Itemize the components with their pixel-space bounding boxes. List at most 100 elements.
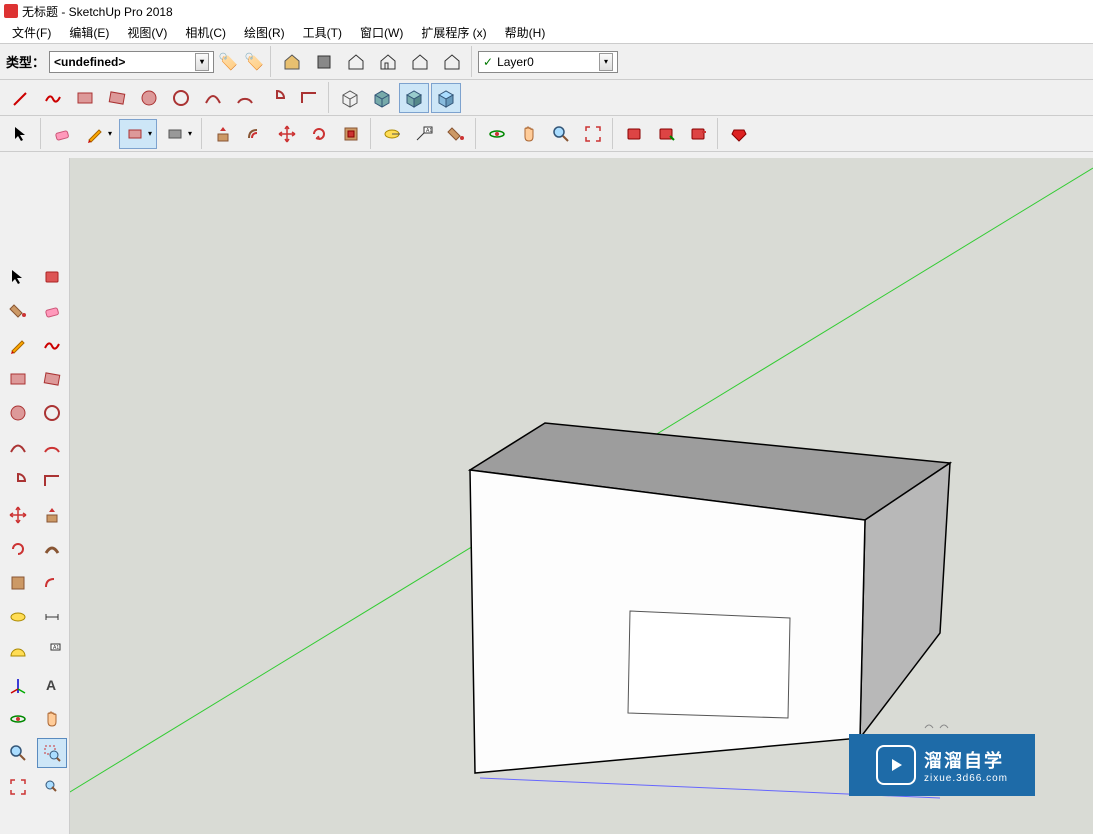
house-left-icon — [441, 51, 463, 73]
lp-orbit-btn[interactable] — [3, 704, 33, 734]
toolbar-row-2 — [0, 80, 1093, 116]
shaded-btn[interactable] — [399, 83, 429, 113]
zoom-tool-btn[interactable] — [546, 119, 576, 149]
view-back-btn[interactable] — [405, 47, 435, 77]
menu-tools[interactable]: 工具(T) — [295, 22, 350, 43]
lp-pencil-btn[interactable] — [3, 330, 33, 360]
lp-component-btn[interactable] — [37, 262, 67, 292]
orbit-tool-btn[interactable] — [482, 119, 512, 149]
polygon-icon — [170, 87, 192, 109]
warehouse-btn-2[interactable] — [651, 119, 681, 149]
move-tool-btn[interactable] — [272, 119, 302, 149]
pencil-dropdown-btn[interactable] — [79, 119, 117, 149]
view-front-btn[interactable] — [341, 47, 371, 77]
rotate-icon — [308, 123, 330, 145]
lp-freehand-btn[interactable] — [37, 330, 67, 360]
arc-tool-btn[interactable] — [198, 83, 228, 113]
pushpull-tool-btn[interactable] — [208, 119, 238, 149]
lp-zoom-extents2-btn[interactable] — [3, 772, 33, 802]
polygon-tool-btn[interactable] — [166, 83, 196, 113]
shape-dropdown-btn[interactable] — [119, 119, 157, 149]
menu-camera[interactable]: 相机(C) — [177, 22, 234, 43]
lp-dim-btn[interactable] — [37, 602, 67, 632]
lp-circle-btn[interactable] — [3, 398, 33, 428]
scale-icon — [340, 123, 362, 145]
arc-icon — [202, 87, 224, 109]
circle-tool-btn[interactable] — [134, 83, 164, 113]
lp-select-btn[interactable] — [3, 262, 33, 292]
tag-button-2[interactable]: 🏷️ — [242, 50, 266, 74]
viewport[interactable]: 溜溜自学 zixue.3d66.com — [70, 158, 1093, 834]
lp-curve-btn[interactable] — [37, 466, 67, 496]
lp-followme-btn[interactable] — [37, 534, 67, 564]
type-dropdown[interactable]: <undefined> ▾ — [49, 51, 214, 73]
pushpull-icon — [212, 123, 234, 145]
menu-draw[interactable]: 绘图(R) — [236, 22, 293, 43]
lp-polygon-btn[interactable] — [37, 398, 67, 428]
model-box — [470, 423, 950, 773]
view-iso-btn[interactable] — [277, 47, 307, 77]
offset-tool-btn[interactable] — [240, 119, 270, 149]
layer-dropdown[interactable]: ✓ Layer0 ▾ — [478, 51, 618, 73]
lp-pan-btn[interactable] — [37, 704, 67, 734]
lp-move-btn[interactable] — [3, 500, 33, 530]
lp-paint-btn[interactable] — [3, 296, 33, 326]
lp-3dtext-btn[interactable]: A — [37, 670, 67, 700]
curve-tool-btn[interactable] — [294, 83, 324, 113]
rotate-tool-btn[interactable] — [304, 119, 334, 149]
lp-tape-btn[interactable] — [3, 602, 33, 632]
text-tool-btn[interactable]: A1 — [409, 119, 439, 149]
lp-zoom-btn[interactable] — [3, 738, 33, 768]
menu-edit[interactable]: 编辑(E) — [61, 22, 117, 43]
paint-tool-btn[interactable] — [441, 119, 471, 149]
pan-tool-btn[interactable] — [514, 119, 544, 149]
menu-view[interactable]: 视图(V) — [119, 22, 175, 43]
zoom-extents-btn[interactable] — [578, 119, 608, 149]
tag-button-1[interactable]: 🏷️ — [216, 50, 240, 74]
line-tool-btn[interactable] — [6, 83, 36, 113]
lp-text-btn[interactable]: A1 — [37, 636, 67, 666]
lp-prev-btn[interactable] — [37, 772, 67, 802]
view-top-btn[interactable] — [309, 47, 339, 77]
lp-axes-btn[interactable] — [3, 670, 33, 700]
lp-offset-btn[interactable] — [37, 568, 67, 598]
select-tool-btn[interactable] — [6, 119, 36, 149]
pencil-icon — [10, 87, 32, 109]
lp-scale-btn[interactable] — [3, 568, 33, 598]
rectangle-tool-btn[interactable] — [70, 83, 100, 113]
freehand-tool-btn[interactable] — [38, 83, 68, 113]
ruby-ext-btn[interactable] — [724, 119, 754, 149]
text-icon: A1 — [413, 123, 435, 145]
menu-window[interactable]: 窗口(W) — [352, 22, 411, 43]
lp-pie-btn[interactable] — [3, 466, 33, 496]
iso-style-btn[interactable] — [335, 83, 365, 113]
menu-extensions[interactable]: 扩展程序 (x) — [413, 22, 494, 43]
hidden-line-btn[interactable] — [367, 83, 397, 113]
lp-pushpull-btn[interactable] — [37, 500, 67, 530]
lp-protractor-btn[interactable] — [3, 636, 33, 666]
view-left-btn[interactable] — [437, 47, 467, 77]
tape-tool-btn[interactable] — [377, 119, 407, 149]
eraser-tool-btn[interactable] — [47, 119, 77, 149]
lp-rect-btn[interactable] — [3, 364, 33, 394]
circle-icon — [138, 87, 160, 109]
scale-tool-btn[interactable] — [336, 119, 366, 149]
window-title: 无标题 - SketchUp Pro 2018 — [22, 3, 173, 20]
menu-file[interactable]: 文件(F) — [4, 22, 59, 43]
arc2-tool-btn[interactable] — [230, 83, 260, 113]
menu-help[interactable]: 帮助(H) — [497, 22, 554, 43]
lp-arc2-btn[interactable] — [37, 432, 67, 462]
rotated-rect-tool-btn[interactable] — [102, 83, 132, 113]
orbit-icon — [486, 123, 508, 145]
lp-rot-rect-btn[interactable] — [37, 364, 67, 394]
lp-eraser-btn[interactable] — [37, 296, 67, 326]
lp-arc1-btn[interactable] — [3, 432, 33, 462]
arc-dropdown-btn[interactable] — [159, 119, 197, 149]
warehouse-btn-1[interactable] — [619, 119, 649, 149]
view-right-btn[interactable] — [373, 47, 403, 77]
pie-tool-btn[interactable] — [262, 83, 292, 113]
lp-zoom-window-btn[interactable] — [37, 738, 67, 768]
shaded-tex-btn[interactable] — [431, 83, 461, 113]
warehouse-btn-3[interactable] — [683, 119, 713, 149]
lp-rotate-btn[interactable] — [3, 534, 33, 564]
